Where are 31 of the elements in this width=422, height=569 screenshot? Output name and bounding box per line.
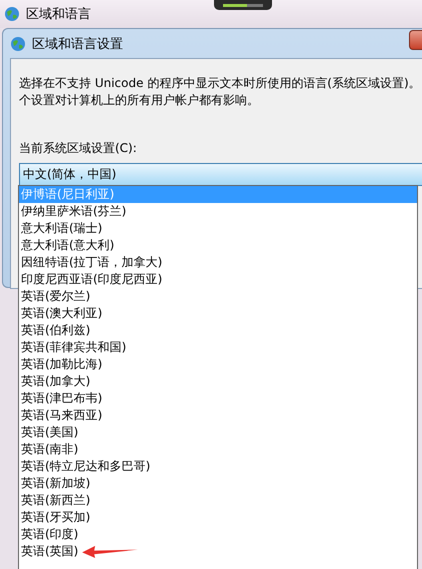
dropdown-option[interactable]: 英语(菲律宾共和国) bbox=[19, 339, 128, 356]
dropdown-option[interactable]: 英语(澳大利亚) bbox=[19, 305, 104, 322]
close-button[interactable] bbox=[409, 30, 422, 50]
dropdown-option[interactable]: 因纽特语(拉丁语，加拿大) bbox=[19, 254, 164, 271]
dropdown-option[interactable]: 英语(印度) bbox=[19, 526, 80, 543]
description-text: 选择在不支持 Unicode 的程序中显示文本时所使用的语言(系统区域设置)。 bbox=[19, 75, 422, 92]
description-text: 个设置对计算机上的所有用户帐户都有影响。 bbox=[19, 92, 260, 109]
dropdown-option[interactable]: 英语(英国) bbox=[19, 543, 80, 560]
dropdown-option[interactable]: 印度尼西亚语(印度尼西亚) bbox=[19, 271, 164, 288]
dropdown-option[interactable]: 英语(特立尼达和多巴哥) bbox=[19, 458, 152, 475]
dropdown-option[interactable]: 英语(伯利兹) bbox=[19, 322, 92, 339]
dropdown-option[interactable]: 英语(津巴布韦) bbox=[19, 390, 104, 407]
dropdown-option[interactable]: 英语(美国) bbox=[19, 424, 80, 441]
globe-icon bbox=[4, 6, 20, 22]
dropdown-option[interactable]: 英语(马来西亚) bbox=[19, 407, 104, 424]
dropdown-option[interactable]: 英语(新加坡) bbox=[19, 475, 92, 492]
dropdown-option[interactable]: 英语(新西兰) bbox=[19, 492, 92, 509]
locale-label: 当前系统区域设置(C): bbox=[19, 140, 138, 157]
dropdown-option[interactable]: 英语(南非) bbox=[19, 441, 80, 458]
dropdown-option[interactable]: 英语(加勒比海) bbox=[19, 356, 104, 373]
dropdown-option[interactable]: 意大利语(瑞士) bbox=[19, 220, 104, 237]
dropdown-option[interactable]: 伊纳里萨米语(芬兰) bbox=[19, 203, 128, 220]
meter-drawing bbox=[214, 0, 272, 10]
dialog-title: 区域和语言设置 bbox=[32, 36, 123, 52]
dropdown-option[interactable]: 意大利语(意大利) bbox=[19, 237, 116, 254]
globe-icon bbox=[10, 36, 26, 52]
window-title: 区域和语言 bbox=[26, 6, 91, 23]
dropdown-option[interactable]: 英语(牙买加) bbox=[19, 509, 92, 526]
dropdown-option[interactable]: 英语(加拿大) bbox=[19, 373, 92, 390]
dropdown-option[interactable]: 英语(爱尔兰) bbox=[19, 288, 92, 305]
locale-dropdown[interactable]: 中文(简体，中国) bbox=[19, 163, 422, 186]
